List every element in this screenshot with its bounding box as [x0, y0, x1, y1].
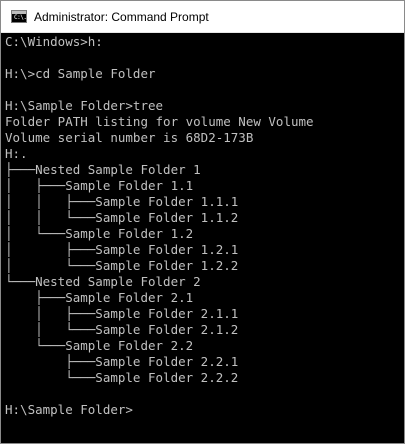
console-line: └───Sample Folder 2.2.2	[5, 370, 239, 385]
console-output[interactable]: C:\Windows>h: H:\>cd Sample Folder H:\Sa…	[5, 34, 404, 443]
console-line: H:.	[5, 146, 28, 161]
console-line: └───Sample Folder 2.2	[5, 338, 194, 353]
console-prompt-line[interactable]: H:\Sample Folder>	[5, 402, 404, 418]
console-line: │ └───Sample Folder 2.1.2	[5, 322, 239, 337]
console-line: H:\>cd Sample Folder	[5, 66, 156, 81]
command-prompt-window: C:\. Administrator: Command Prompt C:\Wi…	[0, 0, 405, 444]
console-line: │ │ └───Sample Folder 1.1.2	[5, 210, 239, 225]
console-line: ├───Nested Sample Folder 1	[5, 162, 201, 177]
cmd-icon: C:\.	[11, 10, 27, 23]
console-line: │ ├───Sample Folder 1.1	[5, 178, 194, 193]
console-line: │ │ ├───Sample Folder 1.1.1	[5, 194, 239, 209]
cmd-icon-text: C:\.	[14, 14, 27, 21]
console-line: │ └───Sample Folder 1.2.2	[5, 258, 239, 273]
window-title: Administrator: Command Prompt	[34, 10, 209, 24]
console-line: C:\Windows>h:	[5, 34, 103, 49]
title-bar[interactable]: C:\. Administrator: Command Prompt	[1, 1, 404, 33]
console-line: │ ├───Sample Folder 2.1.1	[5, 306, 239, 321]
console-line: H:\Sample Folder>tree	[5, 98, 164, 113]
console-line: │ ├───Sample Folder 1.2.1	[5, 242, 239, 257]
console-line: Volume serial number is 68D2-173B	[5, 130, 254, 145]
console-line: ├───Sample Folder 2.2.1	[5, 354, 239, 369]
console-line: Folder PATH listing for volume New Volum…	[5, 114, 314, 129]
console-line: └───Nested Sample Folder 2	[5, 274, 201, 289]
console-line: │ └───Sample Folder 1.2	[5, 226, 194, 241]
console-line: ├───Sample Folder 2.1	[5, 290, 194, 305]
